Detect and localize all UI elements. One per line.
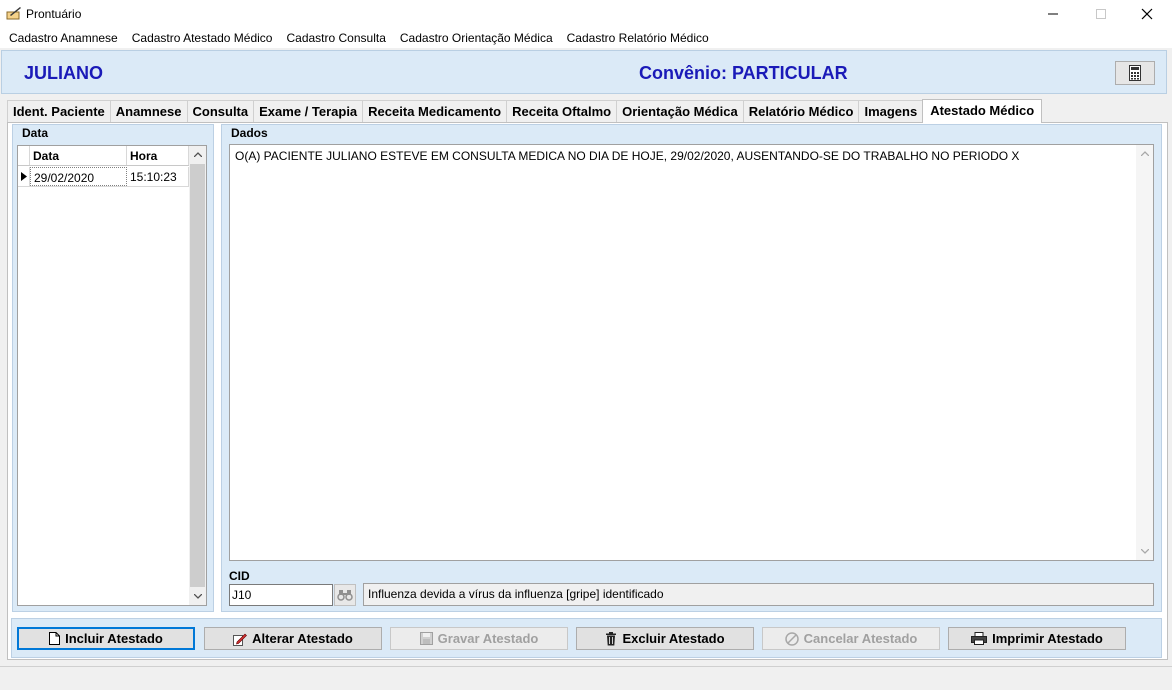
column-header-hora[interactable]: Hora bbox=[127, 146, 189, 165]
incluir-atestado-label: Incluir Atestado bbox=[65, 631, 163, 646]
scroll-down-icon[interactable] bbox=[189, 588, 206, 605]
scroll-down-icon[interactable] bbox=[1136, 543, 1153, 560]
grid-header: Data Hora bbox=[18, 146, 189, 166]
convenio-label: Convênio: PARTICULAR bbox=[639, 63, 848, 83]
window-title: Prontuário bbox=[26, 7, 82, 21]
close-button[interactable] bbox=[1124, 0, 1170, 28]
tab-orientacao-medica[interactable]: Orientação Médica bbox=[616, 100, 744, 122]
patient-name: JULIANO bbox=[24, 63, 104, 83]
excluir-atestado-label: Excluir Atestado bbox=[622, 631, 725, 646]
cid-label: CID bbox=[229, 569, 250, 583]
imprimir-atestado-label: Imprimir Atestado bbox=[992, 631, 1103, 646]
tab-exame-terapia[interactable]: Exame / Terapia bbox=[253, 100, 364, 122]
dados-group-title: Dados bbox=[231, 126, 268, 140]
gravar-atestado-button[interactable]: Gravar Atestado bbox=[390, 627, 568, 650]
tab-receita-medicamento[interactable]: Receita Medicamento bbox=[362, 100, 508, 122]
save-disk-icon bbox=[419, 632, 433, 645]
gravar-atestado-label: Gravar Atestado bbox=[437, 631, 539, 646]
tab-consulta[interactable]: Consulta bbox=[186, 100, 255, 122]
cancelar-atestado-button[interactable]: Cancelar Atestado bbox=[762, 627, 940, 650]
maximize-button[interactable] bbox=[1078, 0, 1124, 28]
app-icon bbox=[6, 6, 22, 20]
tab-strip: Ident. Paciente Anamnese Consulta Exame … bbox=[7, 99, 1043, 123]
alterar-atestado-button[interactable]: Alterar Atestado bbox=[204, 627, 382, 650]
table-row[interactable]: 29/02/2020 15:10:23 bbox=[18, 167, 189, 187]
menu-cadastro-relatorio-medico[interactable]: Cadastro Relatório Médico bbox=[560, 29, 716, 47]
data-group-title: Data bbox=[22, 126, 49, 140]
menu-cadastro-atestado-medico[interactable]: Cadastro Atestado Médico bbox=[125, 29, 280, 47]
scroll-thumb[interactable] bbox=[190, 164, 205, 587]
status-bar bbox=[0, 666, 1172, 690]
cancelar-atestado-label: Cancelar Atestado bbox=[803, 631, 918, 646]
new-document-icon bbox=[49, 632, 61, 645]
cid-search-button[interactable] bbox=[334, 584, 356, 606]
excluir-atestado-button[interactable]: Excluir Atestado bbox=[576, 627, 754, 650]
atestado-text: O(A) PACIENTE JULIANO ESTEVE EM CONSULTA… bbox=[235, 149, 1020, 163]
imprimir-atestado-button[interactable]: Imprimir Atestado bbox=[948, 627, 1126, 650]
column-header-data[interactable]: Data bbox=[30, 146, 127, 165]
cid-description: Influenza devida a vírus da influenza [g… bbox=[363, 583, 1154, 606]
incluir-atestado-button[interactable]: Incluir Atestado bbox=[17, 627, 195, 650]
printer-icon bbox=[971, 632, 988, 645]
date-grid[interactable]: Data Hora 29/02/2020 15:10:23 bbox=[17, 145, 207, 606]
tab-atestado-medico[interactable]: Atestado Médico bbox=[922, 99, 1043, 123]
menu-cadastro-anamnese[interactable]: Cadastro Anamnese bbox=[2, 29, 125, 47]
calculator-icon bbox=[1129, 65, 1141, 81]
memo-scrollbar[interactable] bbox=[1136, 145, 1153, 560]
calculator-button[interactable] bbox=[1115, 61, 1155, 85]
scroll-up-icon[interactable] bbox=[1136, 145, 1153, 162]
tab-imagens[interactable]: Imagens bbox=[858, 100, 924, 122]
tab-receita-oftalmo[interactable]: Receita Oftalmo bbox=[506, 100, 618, 122]
patient-header: JULIANO Convênio: PARTICULAR bbox=[1, 50, 1167, 94]
menu-cadastro-orientacao-medica[interactable]: Cadastro Orientação Médica bbox=[393, 29, 560, 47]
minimize-button[interactable] bbox=[1030, 0, 1076, 28]
menu-bar: Cadastro Anamnese Cadastro Atestado Médi… bbox=[0, 28, 1172, 48]
cell-data: 29/02/2020 bbox=[30, 167, 127, 186]
title-bar bbox=[0, 0, 1172, 28]
tab-ident-paciente[interactable]: Ident. Paciente bbox=[7, 100, 111, 122]
cid-code-input[interactable]: J10 bbox=[229, 584, 333, 606]
edit-pencil-icon bbox=[233, 633, 248, 646]
alterar-atestado-label: Alterar Atestado bbox=[252, 631, 353, 646]
tab-relatorio-medico[interactable]: Relatório Médico bbox=[742, 100, 860, 122]
grid-scrollbar[interactable] bbox=[189, 146, 206, 605]
trash-icon bbox=[606, 631, 617, 645]
atestado-text-area[interactable]: O(A) PACIENTE JULIANO ESTEVE EM CONSULTA… bbox=[229, 144, 1154, 561]
menu-cadastro-consulta[interactable]: Cadastro Consulta bbox=[279, 29, 392, 47]
row-indicator-icon bbox=[18, 167, 30, 186]
cell-hora: 15:10:23 bbox=[127, 167, 189, 186]
cancel-icon bbox=[784, 631, 799, 646]
close-icon bbox=[1141, 8, 1153, 20]
binoculars-icon bbox=[337, 590, 353, 601]
scroll-up-icon[interactable] bbox=[189, 146, 206, 163]
tab-anamnese[interactable]: Anamnese bbox=[109, 100, 188, 122]
